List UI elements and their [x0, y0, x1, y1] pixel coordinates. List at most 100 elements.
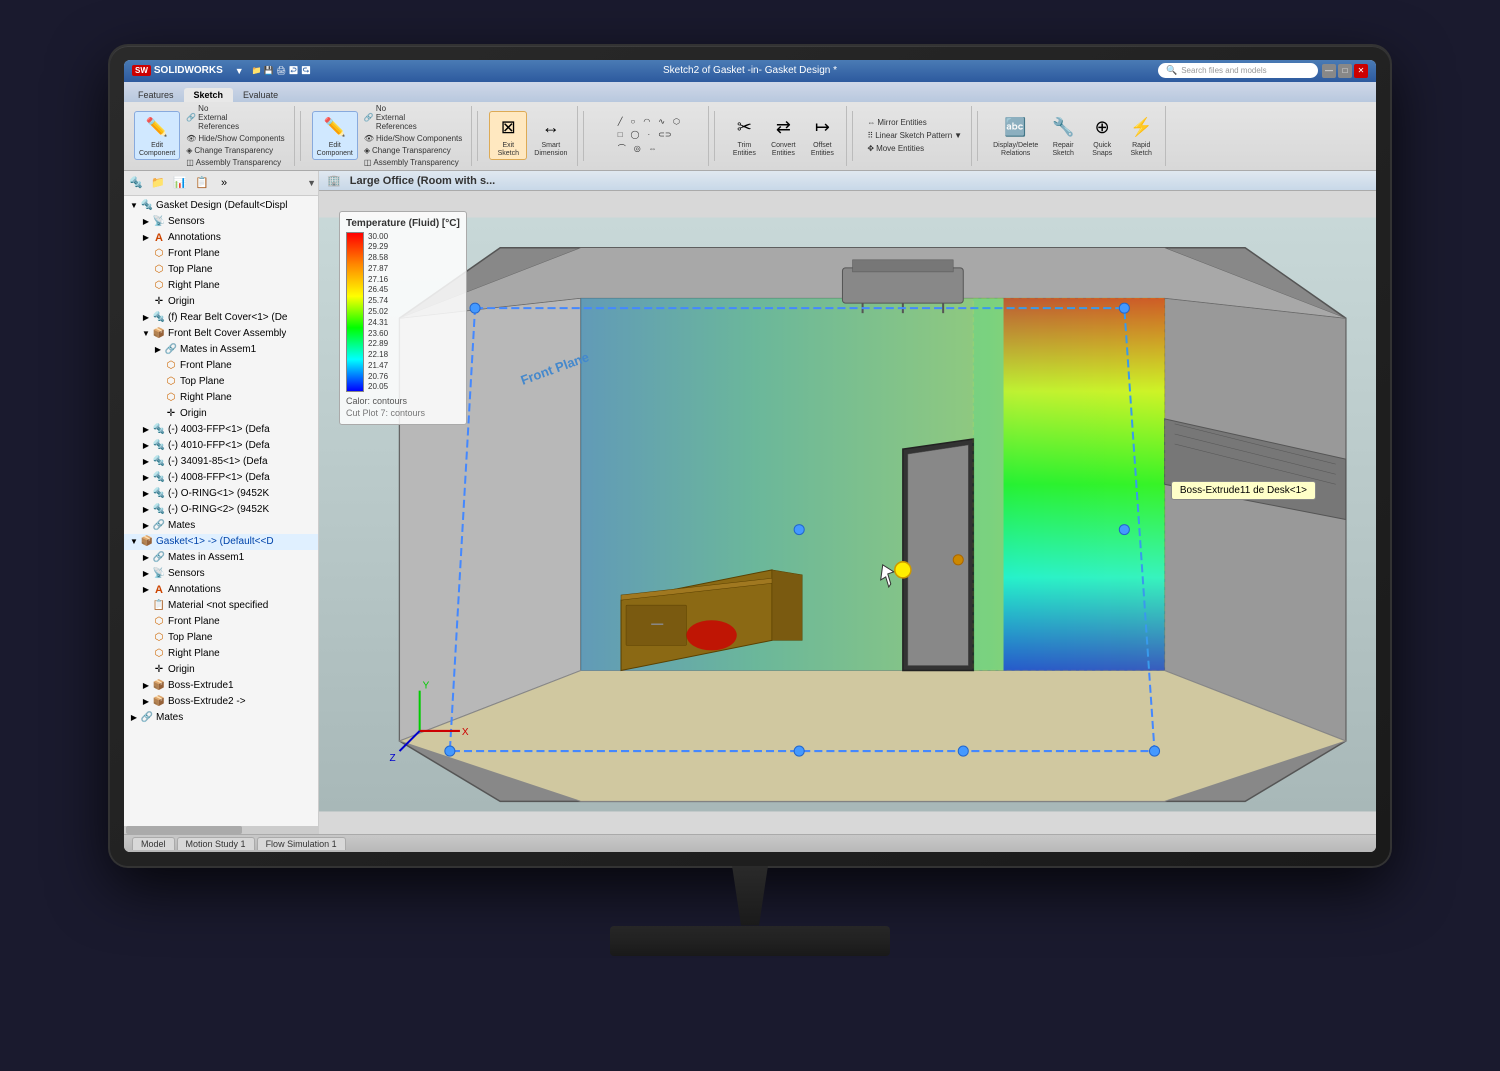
tree-item-right-plane-1[interactable]: ⬡ Right Plane: [124, 278, 318, 294]
tree-item-top-2[interactable]: ⬡ Top Plane: [124, 374, 318, 390]
quick-snaps-btn[interactable]: ⊕ QuickSnaps: [1084, 112, 1120, 159]
sidebar-icon-1[interactable]: 🔩: [126, 173, 146, 193]
hide-show-btn[interactable]: 👁 Hide/Show Components: [183, 133, 287, 144]
sidebar-icon-3[interactable]: 📊: [170, 173, 190, 193]
tree-item-top-plane-1[interactable]: ⬡ Top Plane: [124, 262, 318, 278]
tree-item-sensors[interactable]: ▶ 📡 Sensors: [124, 214, 318, 230]
tree-item-4003[interactable]: ▶ 🔩 (-) 4003-FFP<1> (Defa: [124, 422, 318, 438]
tab-evaluate[interactable]: Evaluate: [233, 88, 288, 102]
tree-item-origin-g1[interactable]: ✛ Origin: [124, 662, 318, 678]
circle-tool[interactable]: ○: [628, 116, 639, 127]
tree-item-sensors2[interactable]: ▶ 📡 Sensors: [124, 566, 318, 582]
offset-tool[interactable]: ◎: [631, 142, 644, 155]
tree-item-origin-1[interactable]: ✛ Origin: [124, 294, 318, 310]
tab-motion[interactable]: Motion Study 1: [177, 837, 255, 850]
line-tool[interactable]: ╱: [615, 116, 626, 127]
sidebar-scrollbar[interactable]: [124, 826, 318, 834]
tree-item-oring1[interactable]: ▶ 🔩 (-) O-RING<1> (9452K: [124, 486, 318, 502]
tree-item-top-g1[interactable]: ⬡ Top Plane: [124, 630, 318, 646]
tree-item-front-2[interactable]: ⬡ Front Plane: [124, 358, 318, 374]
expand-gasket1: ▼: [128, 536, 140, 548]
assembly-transparency-icon-2: ◫: [364, 158, 372, 167]
hide-show-btn-2[interactable]: 👁 Hide/Show Components: [361, 133, 465, 144]
move-entities-btn[interactable]: ✥ Move Entities: [864, 143, 965, 154]
ellipse-tool[interactable]: ◯: [628, 129, 643, 140]
offset-entities-btn[interactable]: ↦ OffsetEntities: [804, 112, 840, 159]
linear-pattern-btn[interactable]: ⠿ Linear Sketch Pattern ▼: [864, 130, 965, 141]
tree-item-front-plane-1[interactable]: ⬡ Front Plane: [124, 246, 318, 262]
label-right-plane-1: Right Plane: [168, 280, 220, 291]
mirror-entities-btn[interactable]: ⇔ Mirror Entities: [864, 117, 965, 128]
fillet-tool[interactable]: ⌒: [615, 142, 629, 155]
close-button[interactable]: ✕: [1354, 64, 1368, 78]
minimize-button[interactable]: —: [1322, 64, 1336, 78]
point-tool[interactable]: ·: [644, 129, 653, 140]
tab-features[interactable]: Features: [128, 88, 184, 102]
label-annot2: Annotations: [168, 584, 221, 595]
legend-title: Temperature (Fluid) [°C]: [346, 218, 460, 229]
tab-flow[interactable]: Flow Simulation 1: [257, 837, 346, 850]
menu-file[interactable]: ▼: [235, 66, 244, 76]
repair-sketch-btn[interactable]: 🔧 RepairSketch: [1045, 112, 1081, 159]
tree-item-mates-1[interactable]: ▶ 🔗 Mates: [124, 518, 318, 534]
sidebar-icon-4[interactable]: 📋: [192, 173, 212, 193]
sidebar-arrow[interactable]: »: [214, 173, 234, 193]
display-delete-btn[interactable]: 🔤 Display/DeleteRelations: [989, 112, 1042, 159]
viewport[interactable]: 🏢 Large Office (Room with s... Temperatu…: [319, 171, 1376, 834]
tree-item-4010[interactable]: ▶ 🔩 (-) 4010-FFP<1> (Defa: [124, 438, 318, 454]
expand-mates2: ▶: [140, 552, 152, 564]
sidebar-icon-2[interactable]: 📁: [148, 173, 168, 193]
feature-tree[interactable]: ▼ 🔩 Gasket Design (Default<Displ ▶ 📡 Sen…: [124, 196, 318, 826]
tree-item-mates-assem1[interactable]: ▶ 🔗 Mates in Assem1: [124, 342, 318, 358]
arc-tool[interactable]: ◠: [640, 116, 653, 127]
trim-entities-btn[interactable]: ✂ TrimEntities: [726, 112, 762, 159]
ribbon-group-exit: ⊠ ExitSketch ↔ SmartDimension: [483, 106, 578, 166]
convert-entities-btn[interactable]: ⇄ ConvertEntities: [765, 112, 801, 159]
mirror-tool[interactable]: ⇔: [646, 142, 660, 155]
title-bar: SW SOLIDWORKS ▼ 📁 💾 🖨 ↩ ↪ Sketch2 of Gas…: [124, 60, 1376, 82]
assembly-transparency-btn-2[interactable]: ◫ Assembly Transparency: [361, 157, 465, 168]
icon-origin: ✛: [152, 295, 166, 309]
maximize-button[interactable]: □: [1338, 64, 1352, 78]
tree-item-rear-belt[interactable]: ▶ 🔩 (f) Rear Belt Cover<1> (De: [124, 310, 318, 326]
change-transparency-btn-2[interactable]: ◈ Change Transparency: [361, 145, 465, 156]
expand-f2: [152, 360, 164, 372]
tree-item-origin-2[interactable]: ✛ Origin: [124, 406, 318, 422]
tree-item-oring2[interactable]: ▶ 🔩 (-) O-RING<2> (9452K: [124, 502, 318, 518]
slot-tool[interactable]: ⊂⊃: [655, 129, 674, 140]
rapid-sketch-btn[interactable]: ⚡ RapidSketch: [1123, 112, 1159, 159]
tree-item-mates-top[interactable]: ▶ 🔗 Mates: [124, 710, 318, 726]
no-ext-ref-btn[interactable]: 🔗 NoExternalReferences: [183, 103, 287, 132]
tree-item-front-g1[interactable]: ⬡ Front Plane: [124, 614, 318, 630]
tree-item-front-belt[interactable]: ▼ 📦 Front Belt Cover Assembly: [124, 326, 318, 342]
edit-component-btn-2[interactable]: ✏️ EditComponent: [312, 111, 358, 160]
change-transparency-btn[interactable]: ◈ Change Transparency: [183, 145, 287, 156]
rect-tool[interactable]: □: [615, 129, 626, 140]
tree-item-material[interactable]: 📋 Material <not specified: [124, 598, 318, 614]
tree-item-34091[interactable]: ▶ 🔩 (-) 34091-85<1> (Defa: [124, 454, 318, 470]
tree-item-gasket1[interactable]: ▼ 📦 Gasket<1> -> (Default<<D: [124, 534, 318, 550]
tree-item-gasket-design[interactable]: ▼ 🔩 Gasket Design (Default<Displ: [124, 198, 318, 214]
spline-tool[interactable]: ∿: [655, 116, 668, 127]
tree-item-4008[interactable]: ▶ 🔩 (-) 4008-FFP<1> (Defa: [124, 470, 318, 486]
tree-item-annotations[interactable]: ▶ A Annotations: [124, 230, 318, 246]
title-bar-left: SW SOLIDWORKS ▼ 📁 💾 🖨 ↩ ↪: [132, 65, 311, 76]
mirror-label: Mirror Entities: [877, 118, 926, 127]
polygon-tool[interactable]: ⬡: [670, 116, 683, 127]
tab-model[interactable]: Model: [132, 837, 175, 850]
tree-item-boss1[interactable]: ▶ 📦 Boss-Extrude1: [124, 678, 318, 694]
tab-sketch[interactable]: Sketch: [184, 88, 234, 102]
tree-item-annot2[interactable]: ▶ A Annotations: [124, 582, 318, 598]
icon-mates-top: 🔗: [140, 711, 154, 725]
edit-component-btn-1[interactable]: ✏️ EditComponent: [134, 111, 180, 160]
tree-item-right-2[interactable]: ⬡ Right Plane: [124, 390, 318, 406]
smart-dim-btn[interactable]: ↔ SmartDimension: [530, 112, 571, 159]
expand-m1: ▶: [140, 520, 152, 532]
exit-sketch-btn[interactable]: ⊠ ExitSketch: [489, 111, 527, 160]
assembly-transparency-btn[interactable]: ◫ Assembly Transparency: [183, 157, 287, 168]
tree-item-boss2[interactable]: ▶ 📦 Boss-Extrude2 ->: [124, 694, 318, 710]
search-box[interactable]: 🔍 Search files and models: [1158, 63, 1318, 78]
no-ext-ref-btn-2[interactable]: 🔗 NoExternalReferences: [361, 103, 465, 132]
tree-item-mates2[interactable]: ▶ 🔗 Mates in Assem1: [124, 550, 318, 566]
tree-item-right-g1[interactable]: ⬡ Right Plane: [124, 646, 318, 662]
